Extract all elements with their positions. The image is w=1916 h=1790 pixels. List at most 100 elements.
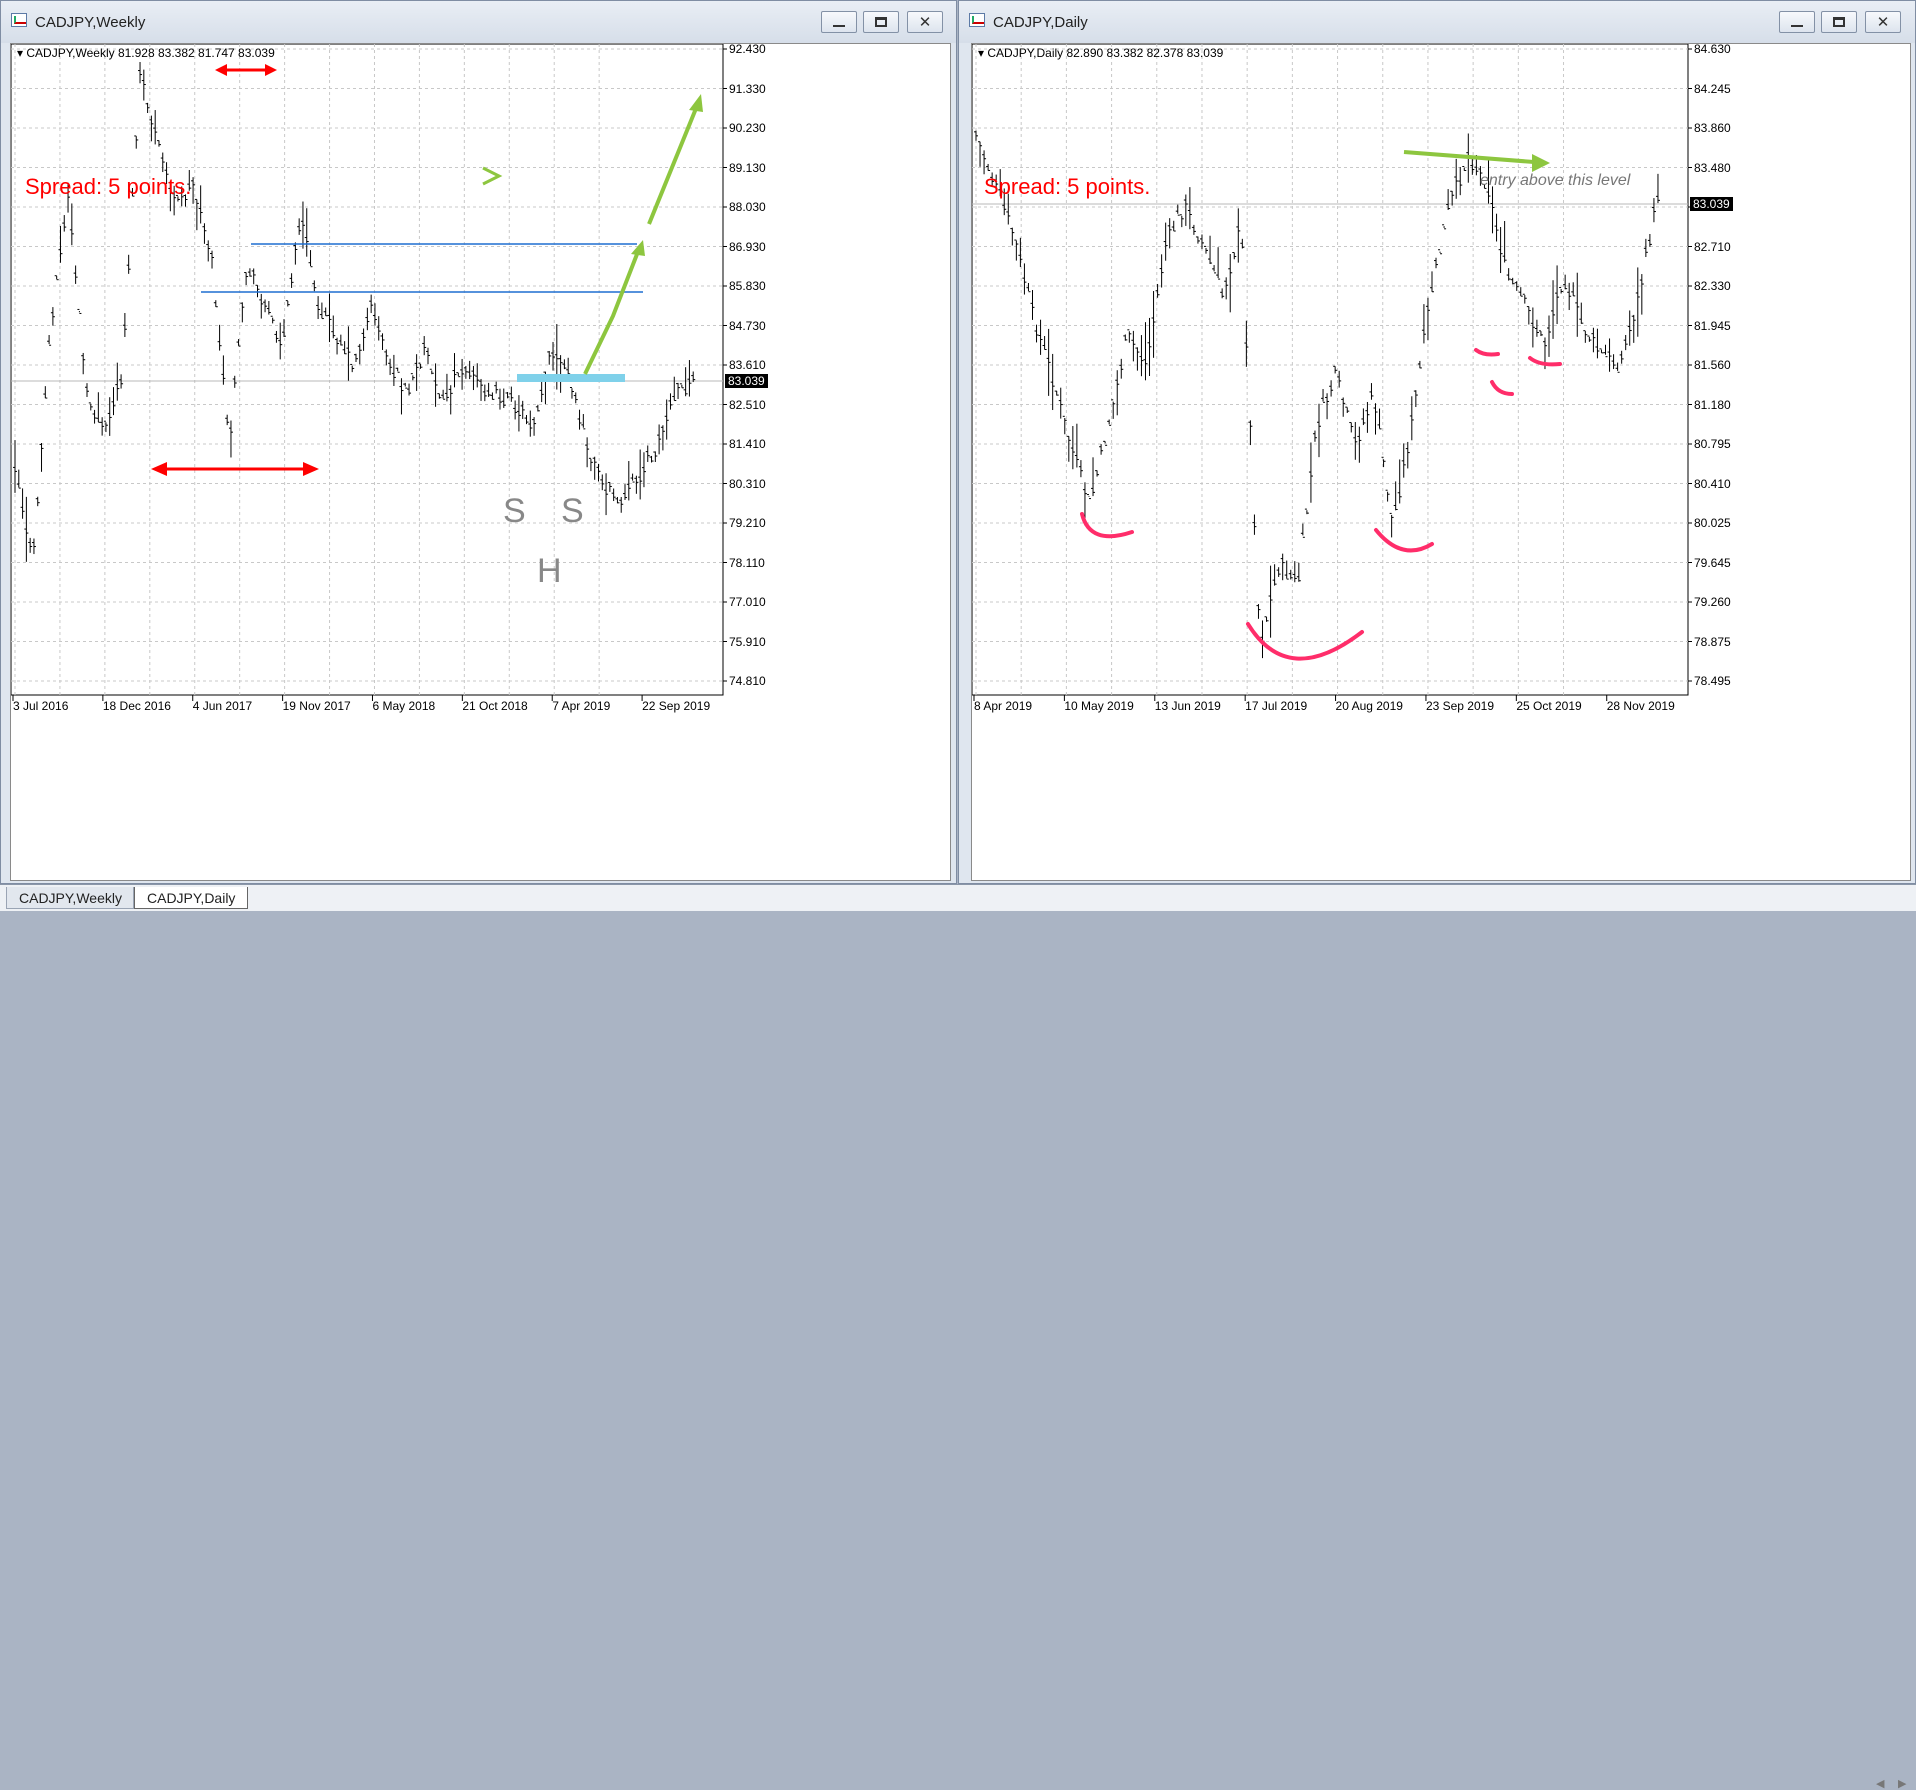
date-axis-label: 8 Apr 2019: [974, 699, 1033, 713]
scroll-left-icon[interactable]: ◀: [1876, 1777, 1884, 1790]
weekly-chart-area[interactable]: ▾ CADJPY,Weekly 81.928 83.382 81.747 83.…: [10, 42, 952, 882]
arrow-head-right: [303, 462, 319, 476]
window-title: CADJPY,Weekly: [35, 14, 146, 31]
arrow-head-left: [151, 462, 167, 476]
bullish-arrow-upper: [647, 105, 699, 225]
close-icon: ✕: [918, 14, 932, 31]
date-axis-label: 20 Aug 2019: [1335, 699, 1403, 713]
tab-cadjpy-daily[interactable]: CADJPY,Daily: [134, 887, 248, 909]
price-axis-label: 84.630: [1694, 42, 1731, 56]
price-axis-label: 80.310: [729, 476, 766, 491]
price-axis-label: 82.710: [1694, 239, 1731, 254]
arrow-head-left: [215, 64, 227, 76]
price-axis-label: 86.930: [729, 239, 766, 254]
plot-frame: [972, 44, 1689, 696]
date-axis-label: 19 Nov 2017: [282, 699, 351, 713]
close-icon: ✕: [1876, 14, 1890, 31]
weekly-price-chart[interactable]: [11, 44, 952, 882]
maximize-icon: [875, 17, 887, 27]
price-axis-label: 90.230: [729, 121, 766, 135]
maximize-button[interactable]: [1821, 11, 1857, 33]
right-shoulder-label: S: [561, 492, 584, 530]
price-axis-label: 82.510: [729, 397, 766, 412]
spread-label: Spread: 5 points.: [25, 174, 192, 199]
maximize-button[interactable]: [863, 11, 899, 33]
chart-header-text: CADJPY,Daily 82.890 83.382 82.378 83.039: [987, 46, 1224, 60]
date-axis-label: 17 Jul 2019: [1245, 699, 1308, 713]
left-shoulder-label: S: [503, 492, 526, 530]
date-axis-label: 4 Jun 2017: [192, 699, 253, 713]
price-axis-label: 79.210: [729, 516, 766, 530]
chart-header: ▾ CADJPY,Weekly 81.928 83.382 81.747 83.…: [17, 46, 275, 60]
minimize-button[interactable]: [821, 11, 857, 33]
price-axis-label: 79.260: [1694, 595, 1731, 609]
price-axis-label: 83.480: [1694, 160, 1731, 175]
arrow-head: [689, 94, 703, 112]
current-price-marker: 83.039: [725, 374, 768, 388]
target-arrow: [1403, 150, 1535, 164]
date-axis-label: 13 Jun 2019: [1154, 699, 1221, 713]
chart-window-icon: [969, 13, 985, 27]
daily-chart-window[interactable]: CADJPY,Daily ✕ ▾ CADJPY,Daily 82.890 83.…: [958, 0, 1916, 884]
price-axis-label: 78.875: [1694, 634, 1731, 649]
price-axis-label: 85.830: [729, 279, 766, 293]
chart-tab-bar: CADJPY,Weekly CADJPY,Daily ◀ ▶: [0, 884, 1916, 1790]
tab-cadjpy-weekly[interactable]: CADJPY,Weekly: [6, 887, 134, 909]
chart-header-text: CADJPY,Weekly 81.928 83.382 81.747 83.03…: [26, 46, 275, 60]
bullish-arrow-lower: [583, 248, 641, 375]
close-button[interactable]: ✕: [907, 11, 943, 33]
minimize-button[interactable]: [1779, 11, 1815, 33]
price-axis-label: 81.560: [1694, 358, 1731, 372]
price-axis-label: 80.410: [1694, 476, 1731, 491]
close-button[interactable]: ✕: [1865, 11, 1901, 33]
price-axis-label: 92.430: [729, 42, 766, 56]
price-axis-label: 74.810: [729, 674, 766, 688]
date-axis-label: 3 Jul 2016: [13, 699, 69, 713]
date-axis-label: 10 May 2019: [1064, 699, 1134, 713]
price-axis-label: 81.180: [1694, 397, 1731, 412]
daily-price-chart[interactable]: [972, 44, 1912, 882]
price-axis-label: 88.030: [729, 200, 766, 214]
date-axis-label: 28 Nov 2019: [1606, 699, 1675, 713]
weekly-window-titlebar[interactable]: CADJPY,Weekly ✕: [1, 1, 956, 43]
daily-chart-area[interactable]: ▾ CADJPY,Daily 82.890 83.382 82.378 83.0…: [971, 42, 1912, 882]
swing-low-marker: [1080, 512, 1134, 539]
date-axis-label: 23 Sep 2019: [1425, 699, 1494, 713]
arrow-head: [631, 240, 645, 256]
arrow-head-right: [265, 64, 277, 76]
price-axis-label: 81.410: [729, 437, 766, 451]
weekly-chart-window[interactable]: CADJPY,Weekly ✕ ▾ CADJPY,Weekly 81.928 8…: [0, 0, 957, 884]
price-axis-label: 77.010: [729, 595, 766, 609]
price-axis-label: 81.945: [1694, 318, 1731, 333]
price-axis-label: 83.610: [729, 358, 766, 372]
price-axis-label: 83.860: [1694, 121, 1731, 135]
head-label: H: [537, 552, 562, 590]
price-axis-label: 84.730: [729, 318, 766, 333]
price-axis-label: 91.330: [729, 81, 766, 96]
minimize-icon: [1791, 25, 1803, 27]
scroll-right-icon[interactable]: ▶: [1898, 1777, 1906, 1790]
chart-header: ▾ CADJPY,Daily 82.890 83.382 82.378 83.0…: [978, 46, 1224, 60]
neckline-highlight: [517, 374, 625, 382]
date-axis-label: 6 May 2018: [372, 699, 436, 713]
arrow-head: [1532, 154, 1550, 172]
price-axis-label: 80.025: [1694, 516, 1731, 530]
entry-annotation: entry above this level: [1480, 172, 1631, 189]
price-axis-label: 84.245: [1694, 81, 1731, 96]
chevron-icon: [482, 166, 503, 186]
spread-label: Spread: 5 points.: [984, 174, 1151, 199]
daily-window-titlebar[interactable]: CADJPY,Daily ✕: [959, 1, 1915, 43]
price-axis-label: 75.910: [729, 634, 766, 649]
minimize-icon: [833, 25, 845, 27]
price-axis-label: 82.330: [1694, 279, 1731, 293]
swing-low-marker: [1474, 348, 1500, 357]
price-axis-label: 78.110: [729, 555, 765, 570]
price-axis-label: 89.130: [729, 160, 766, 175]
swing-low-marker: [1490, 380, 1514, 396]
current-price-marker: 83.039: [1690, 197, 1733, 211]
date-axis-label: 18 Dec 2016: [102, 699, 171, 713]
date-axis-label: 7 Apr 2019: [552, 699, 611, 713]
window-title: CADJPY,Daily: [993, 14, 1088, 31]
price-axis-label: 80.795: [1694, 437, 1731, 451]
chart-window-icon: [11, 13, 27, 27]
